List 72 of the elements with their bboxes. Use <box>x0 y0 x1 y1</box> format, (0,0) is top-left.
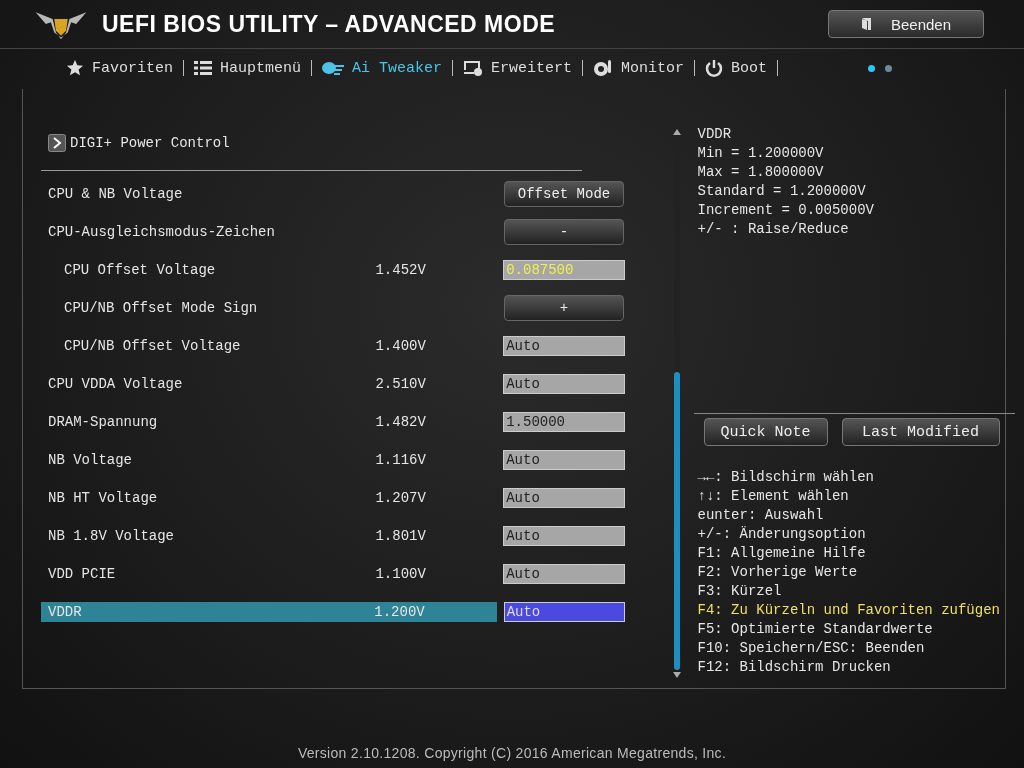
setting-label: VDD PCIE <box>47 566 117 582</box>
voltage-reading: 2.510V <box>375 376 427 392</box>
version-text: Version 2.10.1208. Copyright (C) 2016 American Megatrends, Inc. <box>296 745 728 761</box>
voltage-reading: 1.207V <box>375 490 427 506</box>
value-field[interactable]: Auto <box>503 602 625 622</box>
help-text: VDDR <box>697 125 733 144</box>
voltage-reading: 1.400V <box>375 338 427 354</box>
setting-label: CPU/NB Offset Mode Sign <box>63 300 259 316</box>
option-button[interactable]: + <box>504 295 624 321</box>
setting-label: CPU VDDA Voltage <box>47 376 184 392</box>
key-hint: F4: Zu Kürzeln und Favoriten zufügen <box>697 601 1001 620</box>
key-hint: F1: Allgemeine Hilfe <box>697 544 867 563</box>
gear-thermometer-icon <box>593 59 614 77</box>
key-hint: F12: Bildschirm Drucken <box>697 658 892 677</box>
key-hint: F10: Speichern/ESC: Beenden <box>697 639 926 658</box>
key-hint: F5: Optimierte Standardwerte <box>697 620 934 639</box>
value-field[interactable]: Auto <box>503 488 625 508</box>
key-hint: F2: Vorherige Werte <box>697 563 859 582</box>
nav-tab[interactable]: Erweitert <box>453 59 583 77</box>
voltage-reading: 1.116V <box>375 452 427 468</box>
key-hint: +/-: Änderungsoption <box>697 525 867 544</box>
display-info-icon <box>463 60 484 76</box>
setting-label: DRAM-Spannung <box>47 414 159 430</box>
voltage-reading: 1.200V <box>374 604 426 620</box>
help-text: Min = 1.200000V <box>697 144 825 163</box>
voltage-reading: 1.100V <box>375 566 427 582</box>
key-hint: ↑↓: Element wählen <box>697 487 850 506</box>
key-hint: F3: Kürzel <box>697 582 783 601</box>
nav-tab[interactable]: Hauptmenü <box>184 59 312 77</box>
selected-row[interactable]: VDDR 1.200V Auto <box>41 602 625 622</box>
power-icon <box>705 59 724 77</box>
help-text: +/- : Raise/Reduce <box>697 220 850 239</box>
nav-tab[interactable]: Boot <box>695 59 778 77</box>
nav-tab[interactable]: Monitor <box>583 59 695 77</box>
list-icon <box>194 60 212 76</box>
submenu-link[interactable]: DIGI+ Power Control <box>41 131 627 155</box>
setting-label: CPU-Ausgleichsmodus-Zeichen <box>47 224 276 240</box>
option-button[interactable]: Offset Mode <box>504 181 624 207</box>
star-icon <box>66 59 84 77</box>
value-field[interactable]: 1.50000 <box>503 412 625 432</box>
app-title: UEFI BIOS UTILITY – ADVANCED MODE <box>102 10 557 38</box>
value-field[interactable]: Auto <box>503 564 625 584</box>
help-text: Standard = 1.200000V <box>697 182 867 201</box>
page-dot[interactable] <box>885 64 893 72</box>
voltage-reading: 1.452V <box>375 262 427 278</box>
setting-label: VDDR <box>47 604 83 620</box>
tweaker-icon <box>322 60 345 76</box>
key-hint: eunter: Auswahl <box>697 506 825 525</box>
voltage-reading: 1.482V <box>375 414 427 430</box>
key-hint: →←: Bildschirm wählen <box>697 468 875 487</box>
help-text: Increment = 0.005000V <box>697 201 875 220</box>
setting-label: CPU Offset Voltage <box>63 262 217 278</box>
setting-label: NB Voltage <box>47 452 133 468</box>
help-text: Max = 1.800000V <box>697 163 825 182</box>
exit-button[interactable]: Beenden <box>828 10 984 38</box>
panel-button[interactable]: Last Modified <box>841 418 1000 446</box>
setting-label: NB HT Voltage <box>47 490 159 506</box>
voltage-reading: 1.801V <box>375 528 427 544</box>
nav-tab[interactable]: Favoriten <box>56 59 183 77</box>
exit-icon <box>860 17 873 31</box>
setting-label: NB 1.8V Voltage <box>47 528 176 544</box>
value-field[interactable]: Auto <box>503 526 625 546</box>
panel-button[interactable]: Quick Note <box>703 418 828 446</box>
nav-tab[interactable]: Ai Tweaker <box>312 59 453 77</box>
value-field[interactable]: Auto <box>503 374 625 394</box>
chevron-icon <box>48 134 66 152</box>
option-button[interactable]: - <box>504 219 624 245</box>
setting-label: CPU & NB Voltage <box>47 186 184 202</box>
value-field[interactable]: Auto <box>503 450 625 470</box>
value-field[interactable]: Auto <box>503 336 625 356</box>
setting-label: CPU/NB Offset Voltage <box>63 338 242 354</box>
page-dot[interactable] <box>868 64 876 72</box>
